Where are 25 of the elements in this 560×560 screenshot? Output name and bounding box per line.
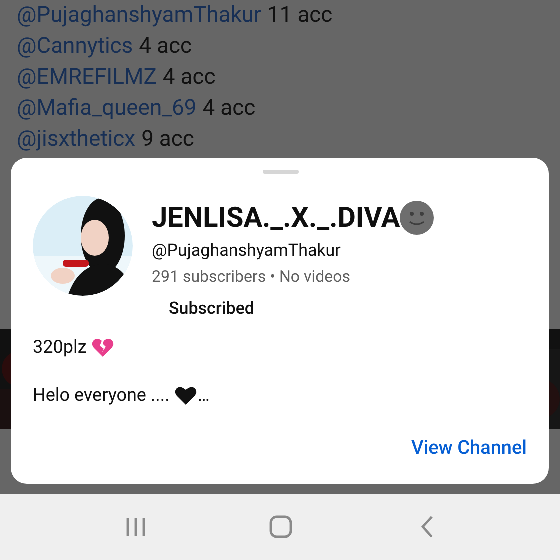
drag-handle[interactable] bbox=[263, 170, 299, 174]
channel-name: JENLISA._.X._.DIVA bbox=[152, 200, 400, 236]
channel-handle: @PujaghanshyamThakur bbox=[152, 240, 342, 262]
account-count: 4 acc bbox=[162, 64, 216, 92]
recent-apps-icon[interactable] bbox=[125, 516, 147, 538]
account-count: 4 acc bbox=[202, 95, 256, 123]
moon-face-icon bbox=[400, 201, 434, 235]
mention-link[interactable]: @EMREFILMZ bbox=[17, 62, 157, 93]
broken-heart-icon bbox=[90, 336, 115, 360]
description-text: Helo everyone .... bbox=[33, 384, 170, 408]
account-count: 4 acc bbox=[139, 33, 192, 61]
account-count: 11 acc bbox=[268, 2, 333, 30]
mention-link[interactable]: @Mafia_queen_69 bbox=[17, 93, 197, 124]
channel-stats: 291 subscribers • No videos bbox=[152, 266, 352, 288]
heart-icon bbox=[174, 384, 198, 408]
home-icon[interactable] bbox=[269, 515, 293, 539]
mention-link[interactable]: @PujaghanshyamThakur bbox=[17, 0, 262, 31]
description-text: 320plz bbox=[33, 336, 87, 360]
mention-link[interactable]: @jisxtheticx bbox=[17, 124, 136, 155]
view-channel-link[interactable]: View Channel bbox=[412, 436, 527, 460]
ellipsis-text: … bbox=[198, 384, 210, 408]
back-icon[interactable] bbox=[420, 515, 434, 539]
subscribed-button[interactable]: Subscribed bbox=[169, 298, 255, 320]
mention-link[interactable]: @Cannytics bbox=[17, 31, 134, 62]
account-count: 9 acc bbox=[142, 126, 194, 154]
